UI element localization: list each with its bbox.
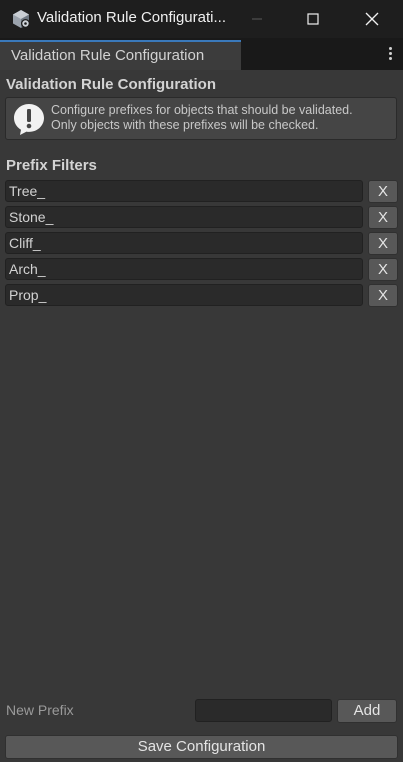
prefix-row: Prop_ X bbox=[5, 284, 398, 307]
info-exclamation-icon bbox=[14, 104, 44, 135]
prefix-row: Arch_ X bbox=[5, 258, 398, 281]
minimize-button[interactable] bbox=[234, 0, 280, 38]
help-text-line-2: Only objects with these prefixes will be… bbox=[51, 118, 319, 132]
prefix-row: Cliff_ X bbox=[5, 232, 398, 255]
inspector-content: Validation Rule Configuration Configure … bbox=[0, 70, 403, 762]
add-prefix-button[interactable]: Add bbox=[337, 699, 397, 723]
remove-prefix-button[interactable]: X bbox=[368, 284, 398, 307]
save-configuration-button[interactable]: Save Configuration bbox=[5, 735, 398, 759]
remove-prefix-button[interactable]: X bbox=[368, 232, 398, 255]
prefix-field[interactable]: Prop_ bbox=[5, 284, 363, 306]
prefix-field[interactable]: Cliff_ bbox=[5, 232, 363, 254]
prefix-row: Tree_ X bbox=[5, 180, 398, 203]
maximize-icon bbox=[307, 13, 319, 25]
help-box: Configure prefixes for objects that shou… bbox=[5, 97, 397, 140]
minimize-icon bbox=[252, 18, 262, 20]
window-title: Validation Rule Configurati... bbox=[37, 9, 226, 26]
remove-prefix-button[interactable]: X bbox=[368, 258, 398, 281]
new-prefix-label: New Prefix bbox=[6, 702, 74, 718]
close-icon bbox=[365, 12, 379, 26]
close-button[interactable] bbox=[349, 0, 395, 38]
prefix-row: Stone_ X bbox=[5, 206, 398, 229]
maximize-button[interactable] bbox=[290, 0, 336, 38]
help-text-line-1: Configure prefixes for objects that shou… bbox=[51, 103, 353, 117]
remove-prefix-button[interactable]: X bbox=[368, 206, 398, 229]
prefix-field[interactable]: Tree_ bbox=[5, 180, 363, 202]
remove-prefix-button[interactable]: X bbox=[368, 180, 398, 203]
new-prefix-input[interactable] bbox=[195, 699, 332, 722]
title-bar[interactable]: Validation Rule Configurati... bbox=[0, 0, 403, 38]
prefix-filters-heading: Prefix Filters bbox=[6, 157, 97, 174]
prefix-field[interactable]: Stone_ bbox=[5, 206, 363, 228]
page-title: Validation Rule Configuration bbox=[6, 76, 216, 93]
unity-cube-gear-icon bbox=[13, 10, 30, 28]
editor-window: Validation Rule Configurati... Validatio… bbox=[0, 0, 403, 762]
prefix-field[interactable]: Arch_ bbox=[5, 258, 363, 280]
tab-validation-rule-configuration[interactable]: Validation Rule Configuration bbox=[0, 40, 241, 70]
more-options-icon[interactable] bbox=[387, 47, 393, 63]
tab-strip: Validation Rule Configuration bbox=[0, 38, 403, 70]
